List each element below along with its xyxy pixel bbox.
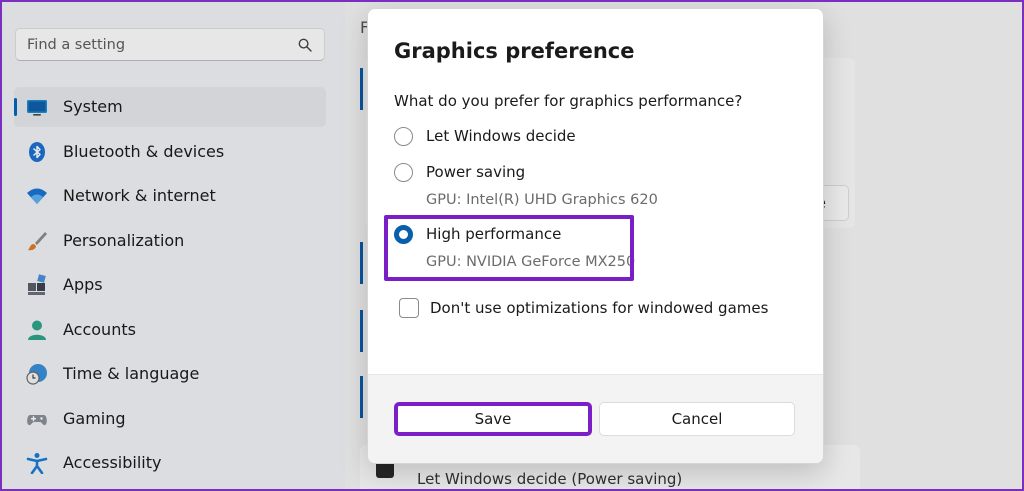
dialog-question: What do you prefer for graphics performa… — [394, 92, 743, 110]
radio-button[interactable] — [394, 163, 413, 182]
dialog-footer: Save Cancel — [368, 374, 823, 463]
windowed-games-checkbox[interactable] — [399, 298, 419, 318]
option-gpu-label: GPU: Intel(R) UHD Graphics 620 — [426, 192, 658, 208]
option-label: Power saving — [426, 163, 526, 181]
save-button[interactable]: Save — [394, 402, 592, 436]
option-label: Let Windows decide — [426, 127, 576, 145]
dialog-title: Graphics preference — [394, 39, 635, 63]
radio-button[interactable] — [394, 127, 413, 146]
annotation-highlight-box — [384, 215, 634, 281]
checkbox-label: Don't use optimizations for windowed gam… — [430, 299, 769, 317]
cancel-button[interactable]: Cancel — [599, 402, 795, 436]
graphics-preference-dialog: Graphics preference What do you prefer f… — [367, 8, 824, 464]
